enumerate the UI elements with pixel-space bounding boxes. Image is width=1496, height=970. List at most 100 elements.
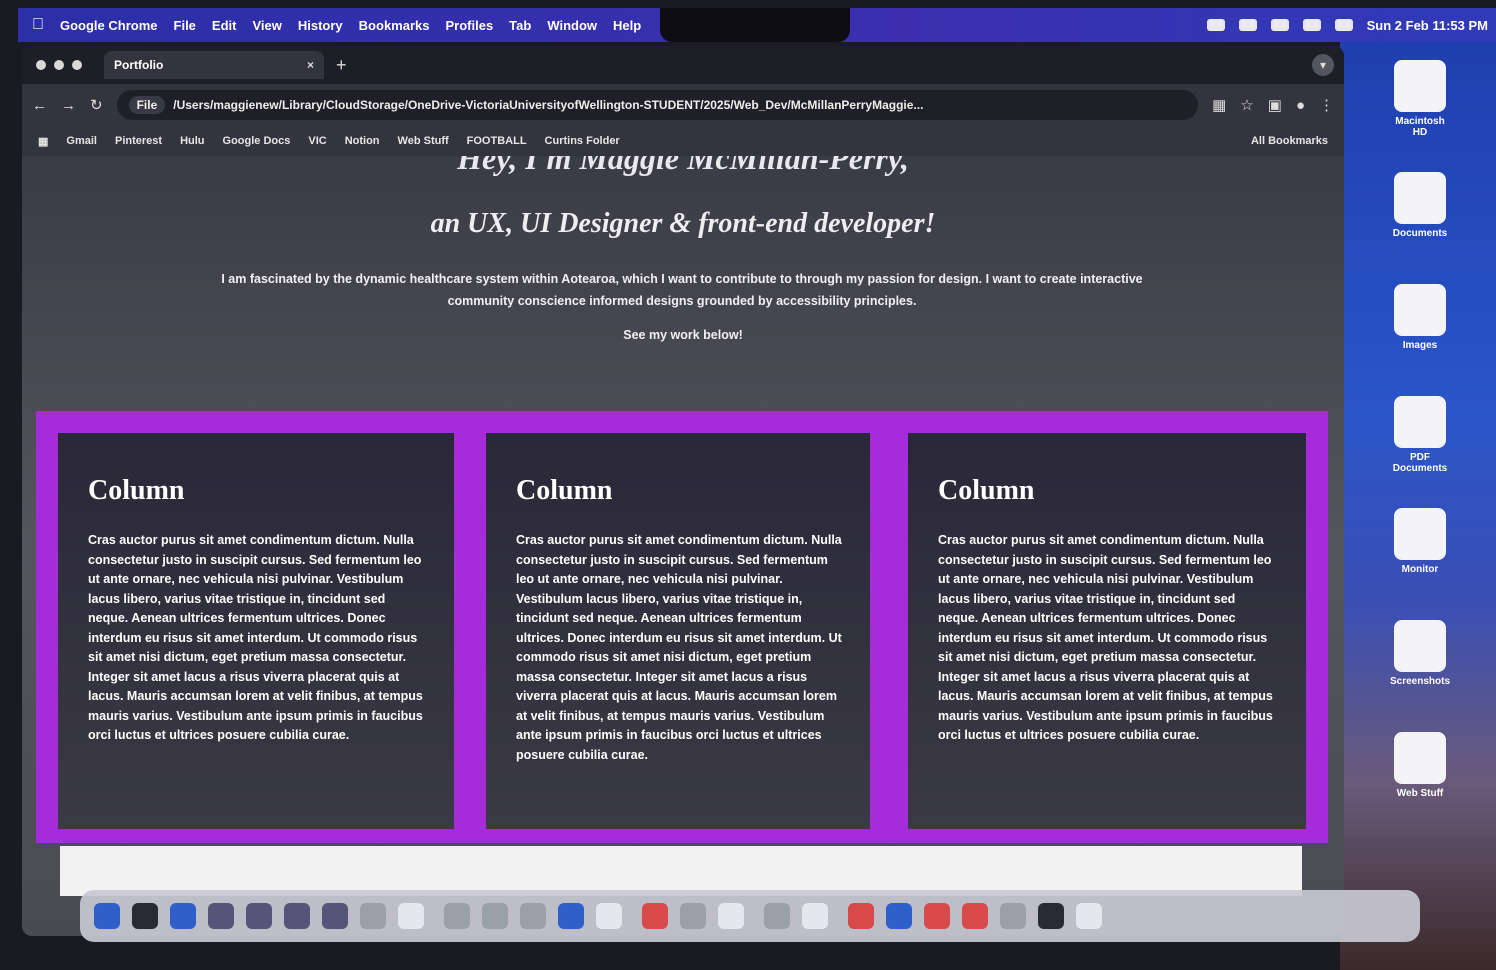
safari-icon[interactable] — [398, 903, 424, 929]
more-menu-icon[interactable]: ⋮ — [1319, 96, 1334, 114]
bookmark-folder-football[interactable]: FOOTBALL — [467, 135, 527, 147]
battery-icon[interactable] — [1270, 19, 1289, 31]
extensions-icon[interactable]: ▣ — [1268, 96, 1282, 114]
menu-bookmarks[interactable]: Bookmarks — [359, 18, 430, 33]
app-icon[interactable] — [132, 903, 158, 929]
tab-bar: Portfolio × + ▾ — [22, 46, 1344, 84]
tab-portfolio[interactable]: Portfolio × — [104, 51, 324, 79]
bookmark-gmail[interactable]: Gmail — [66, 135, 97, 147]
photoshop-icon[interactable] — [170, 903, 196, 929]
menu-history[interactable]: History — [298, 18, 343, 33]
tab-close-icon[interactable]: × — [307, 58, 314, 72]
web-page: Hey, I'm Maggie McMillan-Perry, an UX, U… — [22, 156, 1344, 936]
cloud-icon[interactable] — [1238, 19, 1257, 31]
music-icon[interactable] — [680, 903, 706, 929]
profile-avatar-icon[interactable]: ● — [1296, 97, 1305, 114]
bookmark-folder-curtins[interactable]: Curtins Folder — [545, 135, 620, 147]
menu-tab[interactable]: Tab — [509, 18, 531, 33]
desktop: Macintosh HD Documents Images PDF Docume… — [1340, 42, 1496, 970]
control-center-icon[interactable] — [1334, 19, 1353, 31]
menu-window[interactable]: Window — [547, 18, 597, 33]
bookmark-folder-vic[interactable]: VIC — [308, 135, 326, 147]
address-bar[interactable]: File /Users/maggienew/Library/CloudStora… — [116, 90, 1199, 120]
macos-dock — [80, 890, 1420, 942]
finder-icon[interactable] — [94, 903, 120, 929]
bookmarks-bar: ▦ Gmail Pinterest Hulu Google Docs VIC N… — [22, 126, 1344, 156]
desktop-icon-documents[interactable]: Documents — [1390, 172, 1450, 239]
preview-icon[interactable] — [802, 903, 828, 929]
messages-icon[interactable] — [444, 903, 470, 929]
xd-icon[interactable] — [208, 903, 234, 929]
desktop-icon-images[interactable]: Images — [1390, 284, 1450, 351]
bookmark-pinterest[interactable]: Pinterest — [115, 135, 162, 147]
column-text: Cras auctor purus sit amet condimentum d… — [516, 533, 842, 762]
menu-profiles[interactable]: Profiles — [445, 18, 493, 33]
see-work-text: See my work below! — [623, 328, 743, 342]
forward-icon[interactable]: → — [61, 97, 76, 114]
clock[interactable]: Sun 2 Feb 11:53 PM — [1367, 18, 1488, 33]
folder-icon — [1394, 284, 1446, 336]
photos-icon[interactable] — [520, 903, 546, 929]
indesign-icon[interactable] — [284, 903, 310, 929]
settings-icon[interactable] — [764, 903, 790, 929]
column-title: Column — [88, 475, 185, 506]
all-bookmarks-folder[interactable]: All Bookmarks — [1251, 135, 1328, 147]
github-icon[interactable] — [1000, 903, 1026, 929]
news-icon[interactable] — [642, 903, 668, 929]
bookmark-folder-web-stuff[interactable]: Web Stuff — [398, 135, 449, 147]
bookmark-hulu[interactable]: Hulu — [180, 135, 204, 147]
column-card-3: Column Cras auctor purus sit amet condim… — [908, 433, 1306, 829]
notes-icon[interactable] — [718, 903, 744, 929]
premiere-icon[interactable] — [322, 903, 348, 929]
apps-grid-icon[interactable]: ▦ — [38, 135, 48, 148]
desktop-icon-pdf-documents[interactable]: PDF Documents — [1390, 396, 1450, 474]
zoom-window-button[interactable] — [72, 60, 82, 70]
app-icon[interactable] — [962, 903, 988, 929]
close-window-button[interactable] — [36, 60, 46, 70]
downloads-icon[interactable] — [1038, 903, 1064, 929]
folder-icon — [1394, 396, 1446, 448]
browser-toolbar: ← → ↻ File /Users/maggienew/Library/Clou… — [22, 84, 1344, 126]
illustrator-icon[interactable] — [246, 903, 272, 929]
acrobat-icon[interactable] — [848, 903, 874, 929]
bookmark-google-docs[interactable]: Google Docs — [223, 135, 291, 147]
drive-icon — [1394, 60, 1446, 112]
bookmark-star-icon[interactable]: ☆ — [1240, 96, 1253, 114]
menu-help[interactable]: Help — [613, 18, 641, 33]
reload-icon[interactable]: ↻ — [90, 96, 103, 114]
desktop-icon-macintosh-hd[interactable]: Macintosh HD — [1390, 60, 1450, 138]
menu-view[interactable]: View — [252, 18, 281, 33]
app-store-icon[interactable] — [886, 903, 912, 929]
launchpad-icon[interactable] — [360, 903, 386, 929]
menu-app-name[interactable]: Google Chrome — [60, 18, 158, 33]
wifi-icon[interactable] — [1302, 19, 1321, 31]
column-title: Column — [516, 475, 613, 506]
back-icon[interactable]: ← — [32, 97, 47, 114]
tab-search-icon[interactable]: ▾ — [1312, 54, 1334, 76]
maps-icon[interactable] — [482, 903, 508, 929]
screen-icon[interactable] — [1206, 19, 1225, 31]
translate-icon[interactable]: ▦ — [1212, 96, 1226, 114]
apple-menu-icon[interactable]:  — [32, 16, 44, 34]
column-text: Cras auctor purus sit amet condimentum d… — [938, 533, 1273, 742]
minimize-window-button[interactable] — [54, 60, 64, 70]
desktop-icon-screenshots[interactable]: Screenshots — [1390, 620, 1450, 687]
mail-icon[interactable] — [558, 903, 584, 929]
new-tab-button[interactable]: + — [336, 55, 347, 76]
bookmark-notion[interactable]: Notion — [345, 135, 380, 147]
calendar-icon[interactable] — [596, 903, 622, 929]
site-info-chip[interactable]: File — [128, 96, 166, 114]
chrome-icon[interactable] — [924, 903, 950, 929]
menu-edit[interactable]: Edit — [212, 18, 237, 33]
desktop-icon-web-stuff[interactable]: Web Stuff — [1390, 732, 1450, 799]
folder-icon — [1394, 172, 1446, 224]
file-icon — [1394, 732, 1446, 784]
desktop-icon-monitor[interactable]: Monitor — [1390, 508, 1450, 575]
monitor-icon — [1394, 508, 1446, 560]
menu-file[interactable]: File — [174, 18, 196, 33]
trash-icon[interactable] — [1076, 903, 1102, 929]
address-text: /Users/maggienew/Library/CloudStorage/On… — [173, 98, 924, 112]
columns-section: Column Cras auctor purus sit amet condim… — [36, 411, 1328, 843]
page-heading: Hey, I'm Maggie McMillan-Perry, — [457, 156, 909, 176]
folder-icon — [1394, 620, 1446, 672]
